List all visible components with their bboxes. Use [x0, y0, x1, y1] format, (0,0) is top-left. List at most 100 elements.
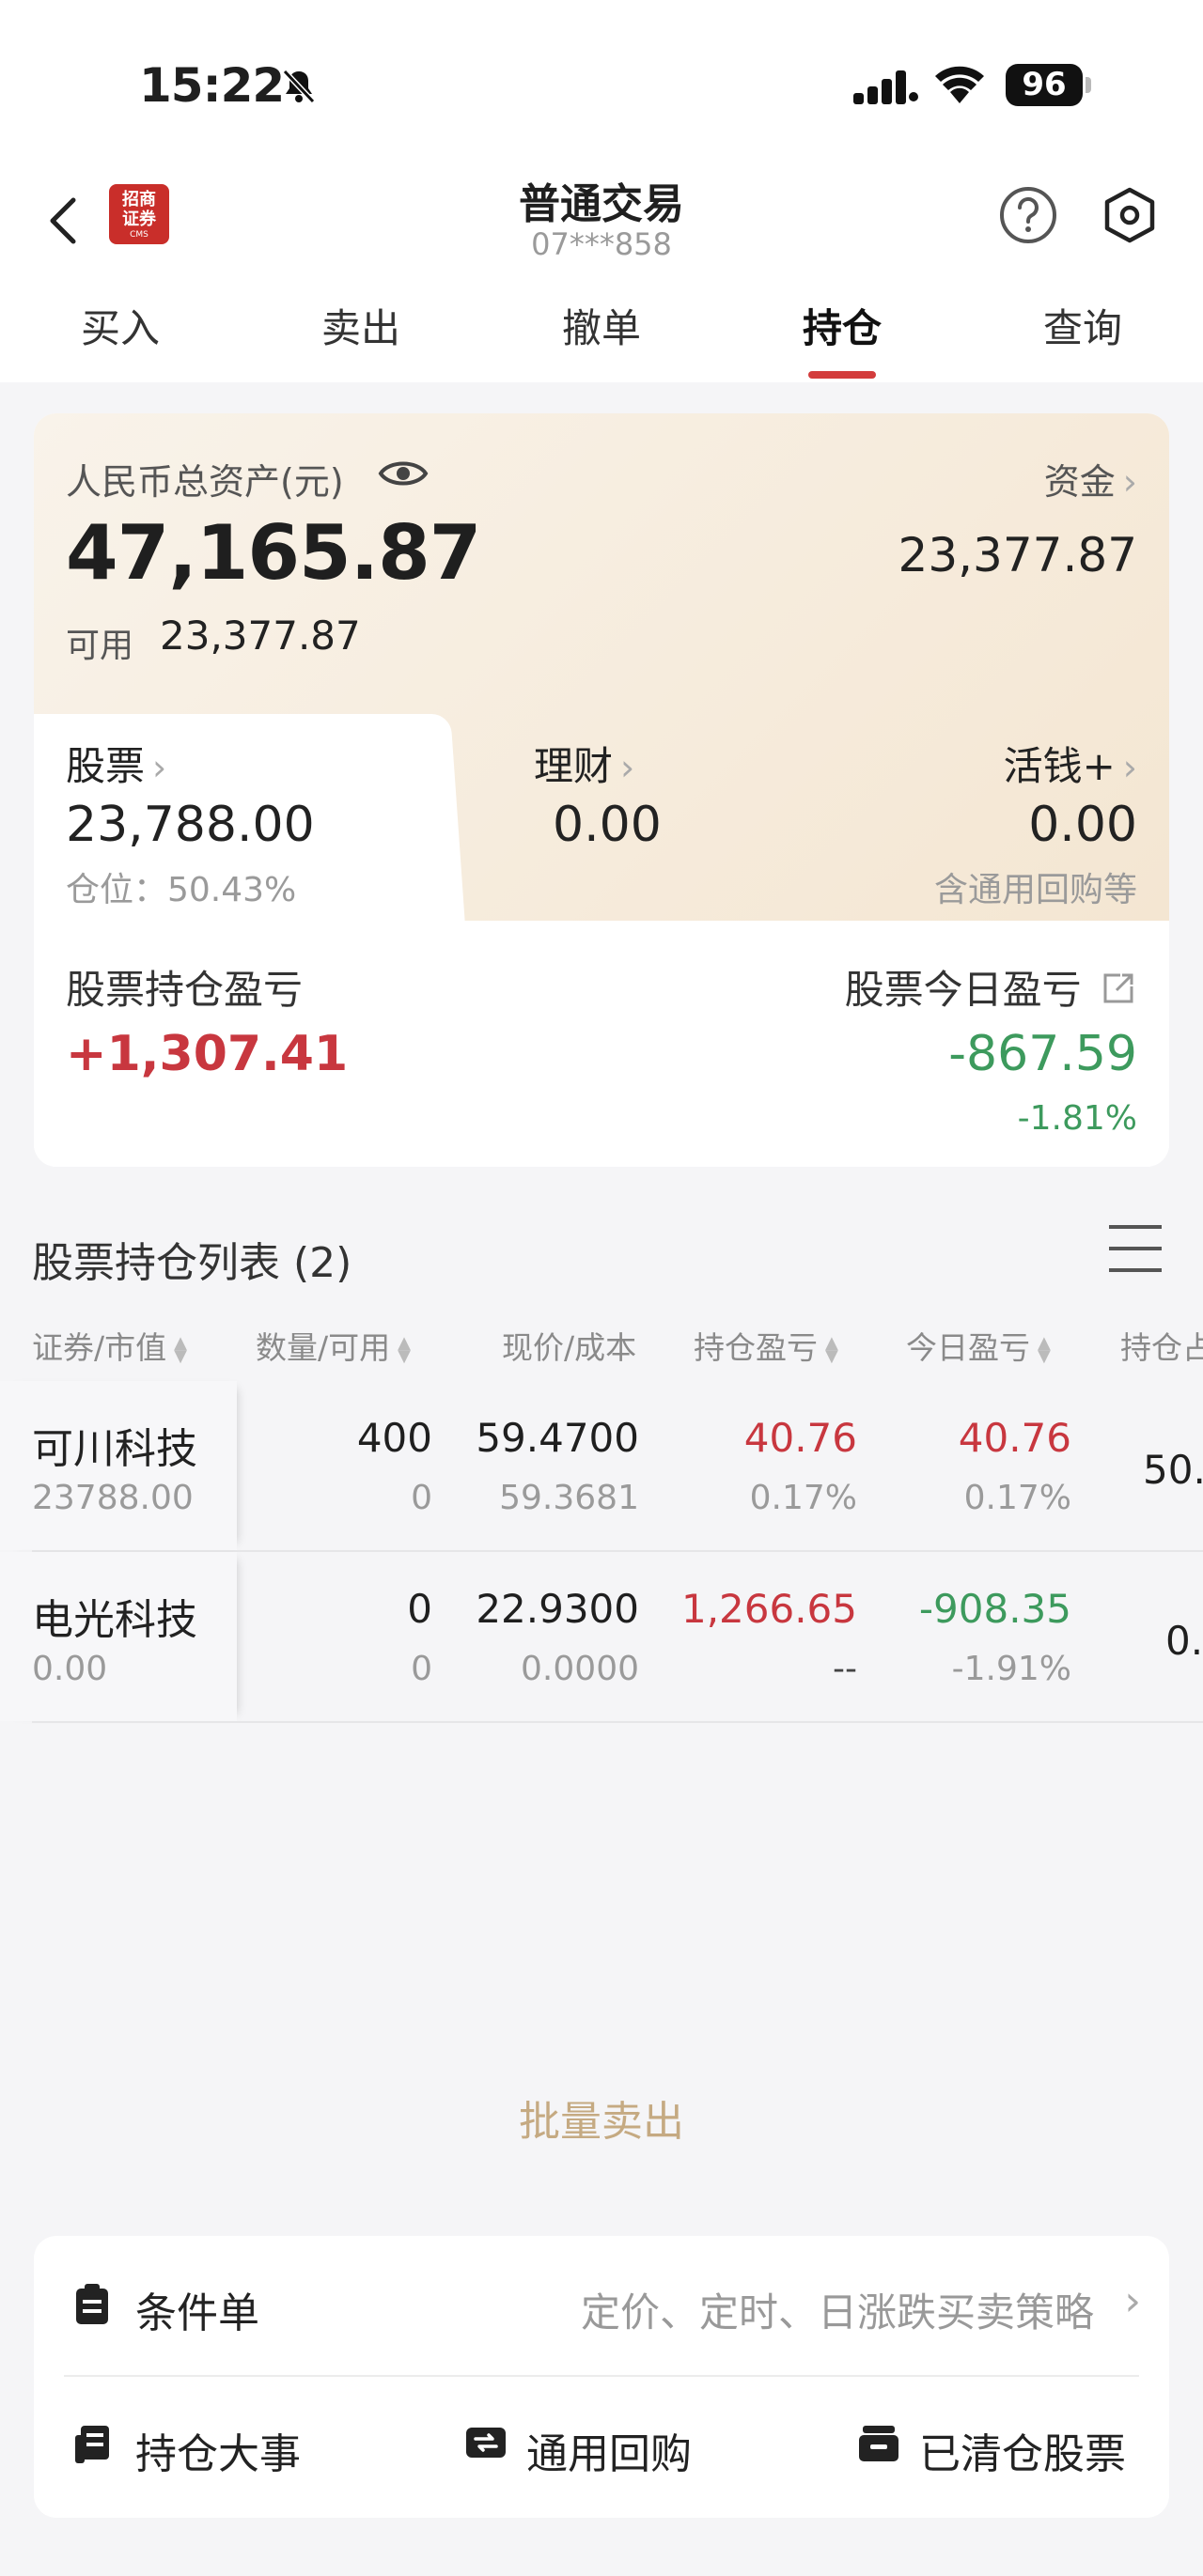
holding-pnl-value: +1,307.41 [66, 1026, 349, 1082]
funds-link[interactable]: 资金 › [1044, 453, 1137, 504]
position-ratio-cell: 0. [1165, 1618, 1203, 1664]
status-time: 15:22 [139, 58, 285, 113]
today-pnl-label: 股票今日盈亏 [844, 967, 1082, 1013]
tab-sell[interactable]: 卖出 [241, 296, 481, 382]
col-holding-pnl[interactable]: 持仓盈亏 ▲ ▼ [694, 1323, 838, 1368]
table-row[interactable]: 电光科技 0.00 0 0 22.9300 0.0000 1,266.65 --… [0, 1552, 1203, 1721]
position-ratio: 仓位：50.43% [66, 871, 297, 909]
quantity: 0 [407, 1586, 432, 1632]
cost-price: 0.0000 [521, 1650, 639, 1688]
col-price: 现价/成本 [502, 1329, 637, 1366]
col-quantity[interactable]: 数量/可用 ▲ ▼ [256, 1323, 411, 1368]
trade-tabs: 买入 卖出 撤单 持仓 查询 [0, 296, 1203, 382]
archive-box-icon [859, 2426, 898, 2461]
holding-pnl-pct: 0.17% [749, 1479, 857, 1517]
major-events-button[interactable]: 持仓大事 [135, 2420, 301, 2480]
col-quantity-label: 数量/可用 [256, 1329, 391, 1366]
cash-plus-value: 0.00 [1028, 797, 1137, 853]
quantity: 400 [356, 1415, 432, 1461]
tab-query[interactable]: 查询 [962, 296, 1203, 382]
battery-cap [1086, 77, 1091, 93]
cash-plus-label: 活钱+ [1003, 743, 1116, 789]
wealth-value: 0.00 [553, 797, 662, 853]
stock-value: 23,788.00 [66, 797, 315, 853]
chevron-right-icon: › [1124, 2277, 1141, 2325]
current-price: 22.9300 [476, 1586, 639, 1632]
market-value: 23788.00 [32, 1479, 194, 1517]
clipboard-icon [76, 2284, 108, 2324]
eye-icon[interactable] [378, 453, 429, 494]
chevron-right-icon: › [152, 747, 167, 788]
current-price: 59.4700 [476, 1415, 639, 1461]
funds-label: 资金 [1043, 461, 1116, 503]
repo-ticket-icon [466, 2428, 506, 2458]
conditional-order-label: 条件单 [135, 2289, 259, 2337]
conditional-order-row[interactable]: 条件单 定价、定时、日涨跌买卖策略 › [34, 2236, 1169, 2375]
sort-icon: ▲ ▼ [174, 1332, 187, 1366]
col-security-label: 证券/市值 [32, 1329, 167, 1366]
menu-list-icon[interactable] [1107, 1223, 1164, 1274]
today-pnl-pct: -1.91% [951, 1650, 1071, 1688]
wealth-link[interactable]: 理财 › [534, 735, 634, 792]
asset-summary-card: 人民币总资产(元) 47,165.87 可用 23,377.87 资金 › 23,… [34, 413, 1169, 1167]
today-pnl: -908.35 [918, 1586, 1071, 1632]
cost-price: 59.3681 [499, 1479, 639, 1517]
holding-pnl: 40.76 [743, 1415, 857, 1461]
today-pnl-link[interactable]: 股票今日盈亏 [845, 958, 1137, 1016]
chevron-right-icon: › [620, 747, 635, 788]
stock-name: 电光科技 [32, 1596, 197, 1644]
market-value: 0.00 [32, 1650, 108, 1688]
active-tab-indicator [808, 371, 876, 379]
today-pnl-percent: -1.81% [1017, 1099, 1137, 1138]
holding-pnl-label: 股票持仓盈亏 [66, 967, 304, 1013]
col-holding-pnl-label: 持仓盈亏 [694, 1329, 818, 1366]
stock-link[interactable]: 股票 › [66, 735, 166, 792]
app-header: 招商 证券 CMS 普通交易 07***858 买入 卖出 撤单 持仓 查询 [0, 164, 1203, 382]
cleared-stocks-button[interactable]: 已清仓股票 [919, 2420, 1126, 2480]
wifi-icon [935, 66, 984, 103]
available-qty: 0 [411, 1479, 432, 1517]
stock-name: 可川科技 [32, 1425, 197, 1473]
col-position-ratio: 持仓占 [1120, 1329, 1203, 1366]
today-pnl-value: -867.59 [948, 1026, 1137, 1082]
holdings-list-title: 股票持仓列表 (2) [32, 1239, 352, 1287]
sort-icon: ▲ ▼ [398, 1332, 411, 1366]
external-link-icon [1103, 973, 1133, 1003]
batch-sell-button[interactable]: 批量卖出 [0, 2087, 1203, 2148]
funds-value: 23,377.87 [898, 528, 1137, 582]
wealth-label: 理财 [534, 743, 614, 789]
general-repo-button[interactable]: 通用回购 [526, 2420, 692, 2480]
holding-pnl-pct: -- [833, 1650, 857, 1688]
available-value: 23,377.87 [160, 613, 361, 659]
col-today-pnl-label: 今日盈亏 [906, 1329, 1030, 1366]
table-row[interactable]: 可川科技 23788.00 400 0 59.4700 59.3681 40.7… [0, 1381, 1203, 1550]
help-icon[interactable] [998, 185, 1058, 245]
holdings-table-header: 证券/市值 ▲ ▼ 数量/可用 ▲ ▼ 现价/成本 持仓盈亏 ▲ ▼ 今日盈亏 ▲ ▼ 持仓占 [0, 1315, 1203, 1372]
conditional-order-desc: 定价、定时、日涨跌买卖策略 [580, 2289, 1094, 2335]
today-pnl: 40.76 [958, 1415, 1071, 1461]
col-security[interactable]: 证券/市值 ▲ ▼ [32, 1323, 187, 1368]
cash-plus-link[interactable]: 活钱+ › [1004, 735, 1137, 792]
tab-buy[interactable]: 买入 [0, 296, 241, 382]
col-today-pnl[interactable]: 今日盈亏 ▲ ▼ [906, 1323, 1051, 1368]
available-qty: 0 [411, 1650, 432, 1688]
total-assets-value: 47,165.87 [66, 509, 481, 597]
tools-panel: 条件单 定价、定时、日涨跌买卖策略 › 持仓大事 通用回购 已清仓股票 [34, 2236, 1169, 2518]
bell-off-icon [282, 69, 316, 104]
holding-pnl: 1,266.65 [680, 1586, 857, 1632]
tab-holdings[interactable]: 持仓 [722, 296, 962, 382]
sort-icon: ▲ ▼ [1038, 1332, 1051, 1366]
panel-divider [64, 2375, 1139, 2377]
cash-plus-note: 含通用回购等 [933, 871, 1137, 909]
news-events-icon [75, 2426, 109, 2463]
row-divider [32, 1721, 1203, 1723]
tab-cancel[interactable]: 撤单 [481, 296, 722, 382]
chevron-right-icon: › [1122, 747, 1137, 788]
cellular-signal-icon [853, 70, 918, 104]
settings-hexagon-icon[interactable] [1100, 185, 1160, 245]
today-pnl-pct: 0.17% [963, 1479, 1071, 1517]
battery-level: 96 [1006, 64, 1083, 106]
sort-icon: ▲ ▼ [825, 1332, 838, 1366]
available-label: 可用 [66, 627, 134, 665]
status-bar: 15:22 96 [0, 0, 1203, 164]
